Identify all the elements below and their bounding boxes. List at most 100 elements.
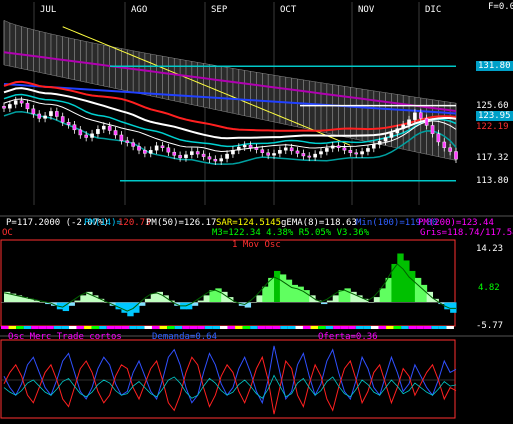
macd-tick-bottom: -5.77	[476, 321, 504, 331]
month-label: DIC	[425, 5, 442, 15]
candle-body	[43, 115, 47, 119]
corner-label: F=0.0	[488, 2, 513, 12]
macd-tick-mid: 4.82	[478, 283, 500, 293]
macd-bar	[80, 295, 87, 303]
macd-panel	[0, 238, 513, 338]
price-panel	[0, 0, 513, 217]
candle-body	[84, 134, 88, 138]
macd-strip-segment	[16, 326, 24, 329]
macd-strip-segment	[204, 326, 213, 329]
macd-strip-segment	[250, 326, 258, 329]
macd-bar	[409, 270, 416, 303]
candle-body	[413, 112, 417, 120]
candle-body	[354, 152, 359, 155]
candle-body	[13, 100, 18, 105]
candle-body	[377, 141, 382, 145]
macd-strip-segment	[212, 326, 220, 329]
candle-body	[366, 148, 370, 152]
macd-strip-segment	[235, 326, 243, 329]
candle-body	[436, 133, 441, 143]
macd-strip-segment	[129, 326, 137, 329]
candle-body	[148, 150, 153, 154]
candle-body	[107, 125, 112, 131]
candle-body	[407, 119, 411, 125]
candle-body	[190, 151, 194, 155]
price-axis-label: 123.95	[476, 111, 513, 122]
macd-strip-segment	[159, 326, 168, 329]
candle-body	[19, 100, 24, 104]
macd-strip-segment	[257, 326, 266, 329]
macd-strip-segment	[423, 326, 432, 329]
macd-strip-segment	[46, 326, 54, 329]
macd-strip-segment	[340, 326, 349, 329]
candle-body	[101, 125, 106, 130]
candle-body	[201, 153, 206, 157]
candle-body	[272, 153, 276, 156]
candle-body	[325, 148, 329, 152]
macd-strip-segment	[393, 326, 402, 329]
candle-body	[72, 124, 77, 131]
macd-strip-segment	[197, 326, 205, 329]
macd-strip-segment	[438, 326, 447, 329]
candle-body	[330, 145, 335, 149]
macd-strip-segment	[31, 326, 39, 329]
macd-strip-segment	[386, 326, 394, 329]
macd-strip-segment	[91, 326, 100, 329]
candle-body	[160, 145, 165, 148]
candle-body	[448, 147, 452, 152]
macd-bar	[256, 295, 263, 303]
candle-body	[319, 151, 323, 155]
macd-strip-segment	[152, 326, 160, 329]
macd-bar	[420, 284, 428, 303]
info-row-1-item: gEMA(8)=118.63	[281, 218, 357, 228]
info-row-2-item: OC	[2, 228, 13, 238]
macd-tick-top: 14.23	[476, 244, 504, 254]
candle-body	[313, 153, 317, 158]
info-row-1-item: SAR=124.5145	[216, 218, 282, 228]
macd-strip-segment	[355, 326, 364, 329]
chart-stage: F=0.0 JUL AGO SEP OCT NOV DIC 131.80 125.60 123…	[0, 0, 513, 420]
info-row-2-item: M3=122.34 4.38% R5.05% V3.36%	[212, 228, 370, 238]
candle-body	[260, 149, 265, 153]
macd-bar	[209, 290, 216, 303]
macd-strip-segment	[363, 326, 371, 329]
candle-body	[401, 124, 405, 129]
macd-bar	[373, 297, 381, 303]
macd-bar	[144, 298, 152, 303]
candle-body	[278, 150, 282, 154]
macd-bar	[450, 302, 457, 313]
macd-strip-segment	[242, 326, 251, 329]
candle-body	[295, 150, 300, 154]
macd-strip-segment	[408, 326, 417, 329]
macd-strip-segment	[8, 326, 17, 329]
candle-body	[8, 104, 12, 109]
candle-body	[301, 153, 306, 157]
month-label: NOV	[358, 5, 375, 15]
candle-body	[242, 144, 247, 148]
candle-body	[55, 111, 59, 117]
candle-body	[2, 106, 6, 109]
candle-body	[442, 141, 447, 148]
macd-strip-segment	[310, 326, 319, 329]
candle-body	[154, 145, 159, 151]
candle-body	[143, 150, 147, 154]
macd-strip-segment	[53, 326, 62, 329]
macd-bar	[150, 293, 158, 303]
candle-body	[119, 134, 124, 141]
candle-body	[430, 125, 435, 134]
macd-strip-segment	[295, 326, 303, 329]
month-label: AGO	[131, 5, 148, 15]
price-axis-label: 122.19	[476, 122, 509, 133]
candle-body	[172, 151, 177, 156]
month-label: JUL	[40, 5, 57, 15]
macd-strip-segment	[227, 326, 235, 329]
oscillator-label: Oferta=0.36	[318, 332, 378, 342]
macd-bar	[397, 253, 404, 303]
candle-body	[90, 133, 94, 138]
macd-strip-segment	[325, 326, 334, 329]
price-axis-label: 125.60	[476, 100, 509, 111]
candle-body	[389, 132, 394, 138]
macd-strip-segment	[219, 326, 228, 329]
macd-strip-segment	[38, 326, 47, 329]
candle-body	[289, 147, 294, 152]
